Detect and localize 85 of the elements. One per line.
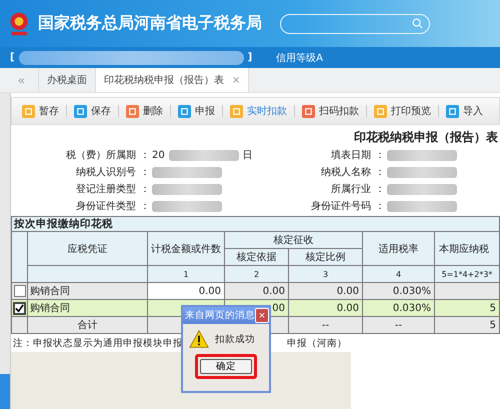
site-title: 国家税务总局河南省电子税务局	[38, 13, 262, 34]
table-cell: 合计	[28, 317, 148, 334]
colon: ：	[375, 149, 383, 162]
bracket: ]	[248, 52, 252, 63]
toolbar-button[interactable]: 删除	[122, 102, 167, 120]
close-button[interactable]: ×	[255, 308, 269, 323]
column-number: 2	[225, 266, 289, 283]
tab-label[interactable]: 办税桌面	[47, 73, 87, 87]
search-field[interactable]	[280, 14, 430, 34]
table-cell: 5	[435, 300, 500, 317]
square-icon	[302, 104, 315, 118]
colon: ：	[140, 149, 148, 162]
field-label: 纳税人识别号	[75, 166, 136, 179]
square-icon	[446, 104, 459, 118]
toolbar-button[interactable]: 实时扣款	[226, 102, 291, 120]
credit-rating: 信用等级A	[276, 52, 323, 64]
table-cell: 5	[435, 317, 500, 334]
redacted-block	[387, 184, 457, 194]
search-icon[interactable]	[412, 18, 423, 29]
toolbar-button[interactable]: 打印预览	[370, 102, 435, 120]
field-label: 填表日期	[330, 148, 371, 162]
square-icon	[230, 104, 243, 118]
toolbar-button[interactable]: 暂存	[18, 102, 63, 120]
ok-button[interactable]: 确定	[200, 359, 252, 374]
colon: ：	[375, 200, 383, 213]
field-value: 日	[242, 149, 253, 162]
table-cell: 购销合同	[28, 300, 148, 317]
redacted-block	[152, 200, 222, 212]
field-value: 20	[152, 150, 165, 160]
colon: ：	[375, 166, 383, 179]
colon: ：	[140, 183, 148, 196]
table-cell	[435, 283, 500, 300]
column-number: 4	[363, 266, 435, 283]
field-label: 所属行业	[330, 182, 371, 196]
table-cell: 0.00	[148, 283, 225, 300]
redacted-block	[387, 150, 457, 160]
field-label: 登记注册类型	[75, 182, 136, 196]
field-label: 纳税人名称	[320, 166, 371, 179]
colon: ：	[375, 183, 383, 196]
column-header: 核定比例	[289, 249, 363, 266]
checkbox[interactable]	[14, 285, 26, 297]
column-number: 1	[148, 266, 225, 283]
table-cell: 0.00	[289, 300, 363, 317]
redacted-block	[152, 166, 222, 178]
dialog-message: 扣款成功	[215, 332, 255, 346]
table-cell: --	[363, 317, 435, 334]
column-header: 本期应纳税	[435, 232, 500, 266]
field-label: 税（费）所属期	[65, 148, 136, 162]
warning-icon	[189, 329, 209, 349]
toolbar-button[interactable]: 申报	[174, 102, 219, 120]
column-number: 5=1*4+2*3*	[435, 266, 500, 283]
form-title: 印花税纳税申报（报告）表	[354, 130, 498, 144]
tab[interactable]: 印花税纳税申报（报告）表 ×	[96, 68, 250, 92]
table-cell: 0.00	[289, 283, 363, 300]
table-cell: 0.030%	[363, 283, 435, 300]
note-text: 申报（河南）	[287, 336, 347, 350]
toolbar-button[interactable]: 导入	[442, 102, 487, 120]
toolbar-button[interactable]: 扫码扣款	[298, 102, 363, 120]
toolbar-button[interactable]: 保存	[70, 102, 115, 120]
redacted-block	[387, 166, 457, 178]
square-icon	[374, 104, 387, 118]
column-header: 适用税率	[363, 232, 435, 266]
table-cell: 购销合同	[28, 283, 148, 300]
column-header: 核定征收	[225, 232, 363, 249]
square-icon	[126, 104, 139, 118]
column-header: 计税金额或件数	[148, 232, 225, 266]
square-icon	[74, 104, 87, 118]
colon: ：	[140, 166, 148, 179]
table-cell: --	[289, 317, 363, 334]
redacted-block	[152, 184, 222, 194]
field-label: 身份证件类型	[75, 200, 136, 213]
table-cell: 0.030%	[363, 300, 435, 317]
tab-label[interactable]: 印花税纳税申报（报告）表	[104, 73, 224, 87]
square-icon	[178, 104, 191, 118]
column-header: 应税凭证	[28, 232, 148, 266]
square-icon	[22, 104, 35, 118]
section-title: 按次申报缴纳印花税	[14, 217, 113, 231]
redacted-block	[387, 200, 457, 212]
table-cell: 0.00	[225, 283, 289, 300]
redacted-block	[168, 150, 239, 160]
colon: ：	[140, 200, 148, 213]
column-number: 3	[289, 266, 363, 283]
field-label: 身份证件号码	[310, 200, 371, 213]
bracket: [	[10, 52, 15, 63]
column-header: 核定依据	[225, 249, 289, 266]
